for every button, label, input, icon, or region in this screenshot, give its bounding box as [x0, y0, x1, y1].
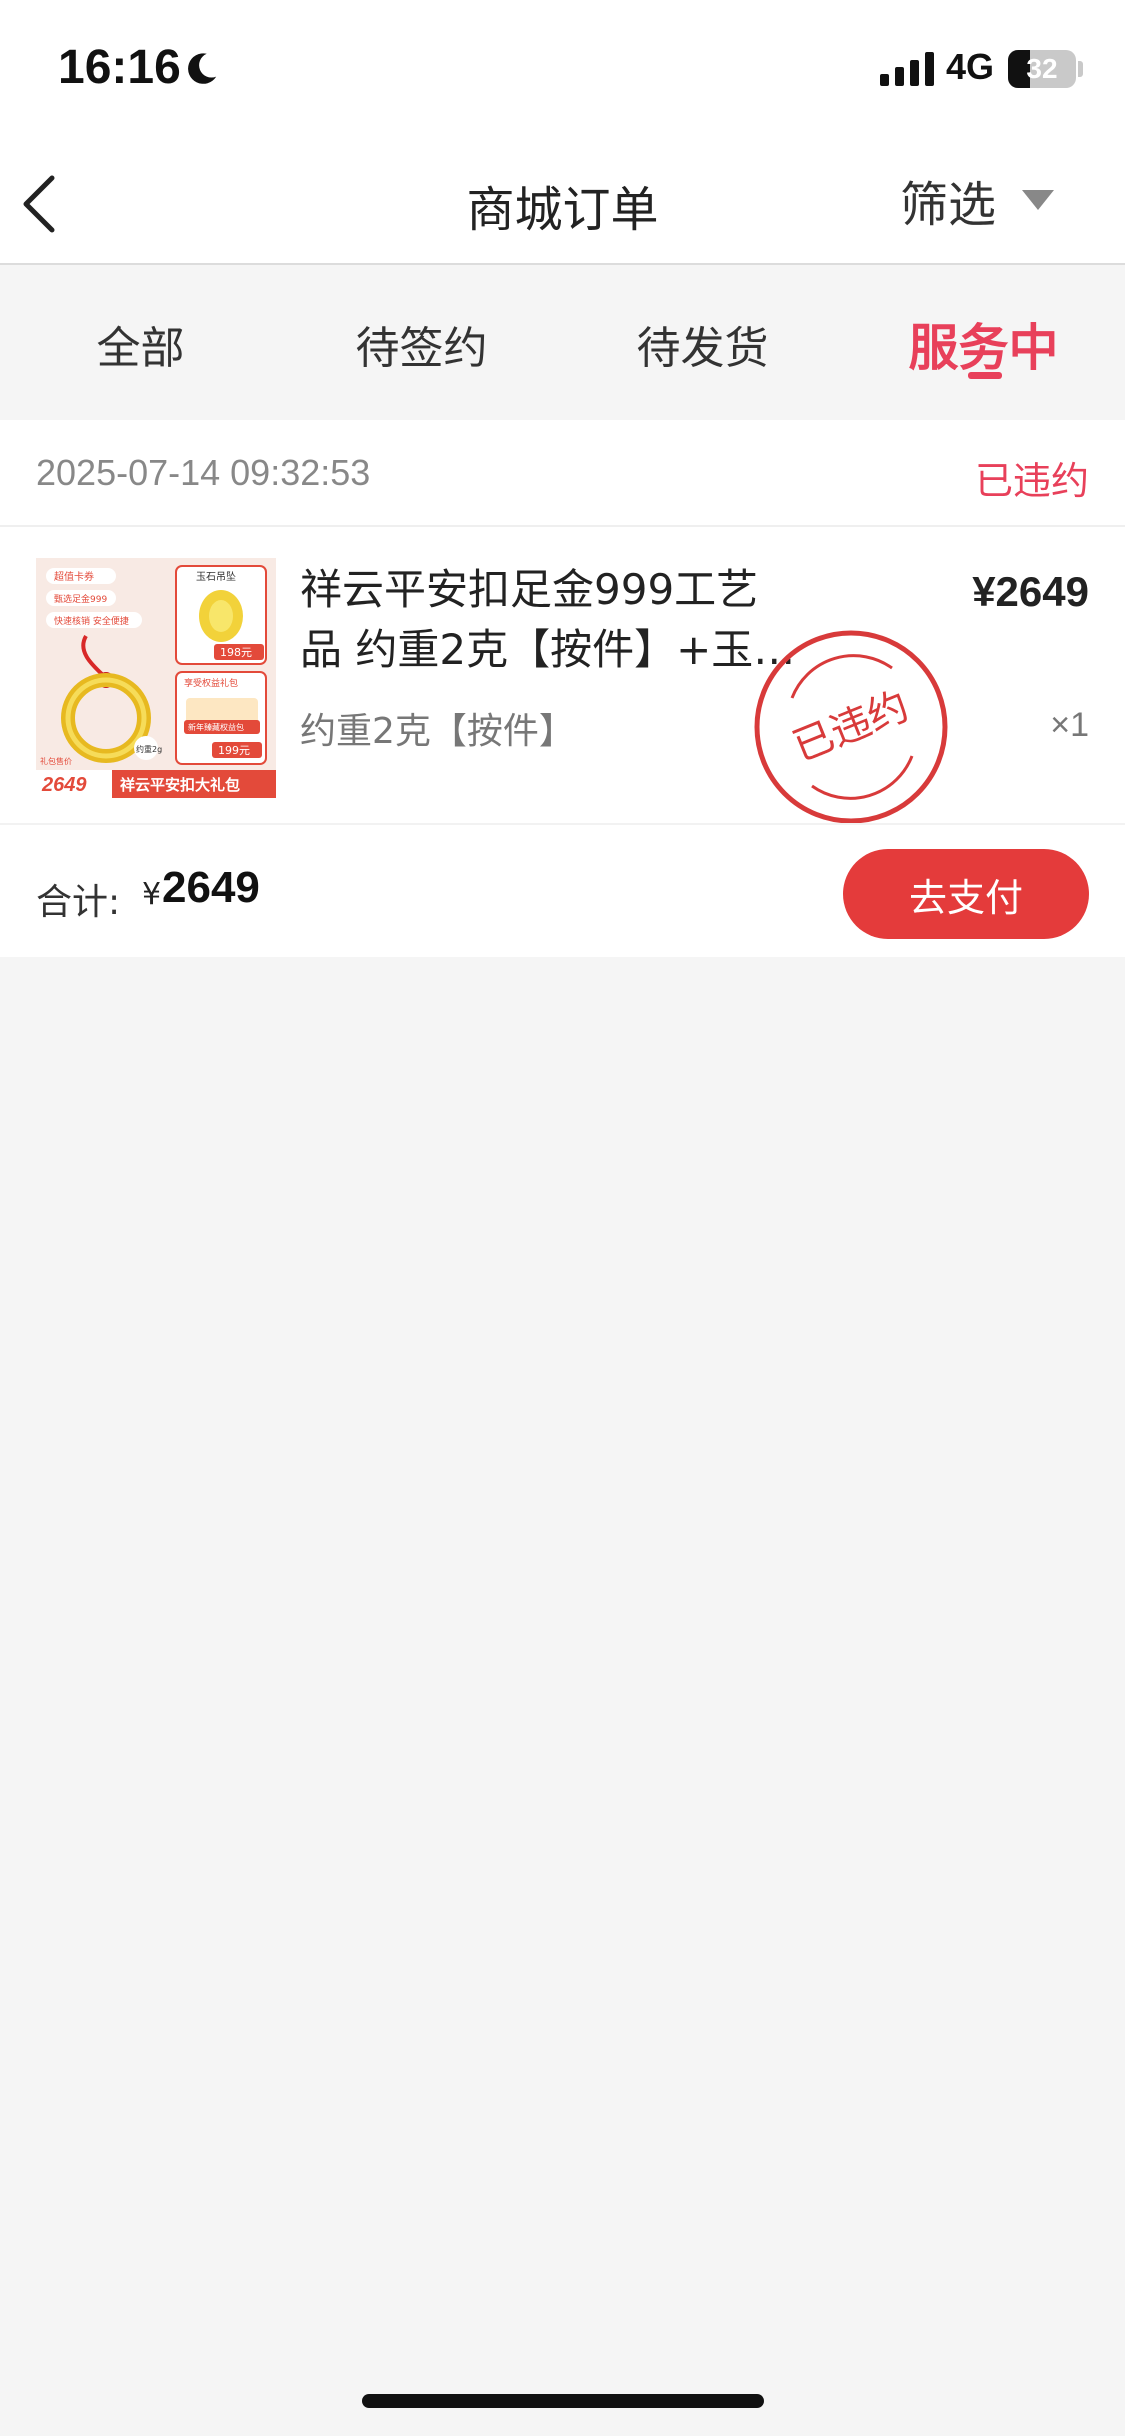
total-currency: ¥ — [142, 877, 162, 912]
product-title[interactable]: 祥云平安扣足金999工艺品 约重2克【按件】+玉… — [300, 560, 800, 680]
image-weight: 约重2g — [136, 744, 162, 754]
order-tabs: 全部 待签约 待发货 服务中 — [0, 267, 1125, 420]
product-quantity: ×1 — [1050, 706, 1089, 744]
tab-in-service[interactable]: 服务中 — [843, 267, 1124, 420]
tab-pending-ship[interactable]: 待发货 — [562, 267, 843, 420]
image-badge-3: 快速核销 安全便捷 — [54, 615, 129, 627]
image-gift-sub: 新年臻藏权益包 — [188, 722, 244, 732]
tab-active-indicator — [968, 372, 1002, 379]
image-badge-2: 甄选足金999 — [54, 593, 107, 605]
order-header: 2025-07-14 09:32:53 已违约 — [0, 420, 1125, 527]
order-footer: 合计: ¥ 2649 去支付 — [0, 823, 1125, 957]
tab-pending-sign[interactable]: 待签约 — [281, 267, 562, 420]
battery-icon: 32 — [1008, 50, 1076, 88]
total-amount: 2649 — [162, 863, 260, 912]
image-price-label: 礼包售价 — [40, 756, 72, 766]
filter-button[interactable]: 筛选 — [900, 168, 1055, 233]
total-label: 合计: — [36, 882, 121, 923]
image-gift-label: 享受权益礼包 — [184, 677, 238, 689]
battery-level: 32 — [1026, 53, 1058, 84]
defaulted-stamp-icon: 已违约 — [754, 630, 948, 824]
moon-icon — [188, 53, 217, 84]
home-indicator[interactable] — [362, 2394, 764, 2408]
status-bar: 16:16 4G 32 — [0, 0, 1125, 140]
order-status-badge: 已违约 — [974, 459, 1089, 503]
image-gift-price: 199元 — [218, 744, 250, 757]
status-time: 16:16 — [58, 41, 181, 94]
pay-button[interactable]: 去支付 — [843, 849, 1089, 939]
nav-bar: 商城订单 筛选 — [0, 140, 1125, 265]
triangle-down-icon — [1022, 190, 1055, 210]
filter-label: 筛选 — [900, 177, 997, 233]
image-bottom-title: 祥云平安扣大礼包 — [120, 776, 240, 794]
image-badge-1: 超值卡券 — [54, 570, 94, 583]
image-pendant-price: 198元 — [220, 646, 252, 659]
product-image[interactable]: 超值卡券 甄选足金999 快速核销 安全便捷 玉石吊坠 198元 享受权益礼包 … — [36, 558, 276, 798]
product-spec: 约重2克【按件】 — [300, 711, 575, 752]
image-pendant-label: 玉石吊坠 — [196, 571, 236, 583]
product-price: ¥2649 — [972, 568, 1089, 615]
signal-icon — [880, 52, 934, 86]
network-label: 4G — [946, 46, 995, 87]
battery-tip — [1078, 61, 1083, 77]
order-card[interactable]: 2025-07-14 09:32:53 已违约 超值卡券 甄选足金999 快速核… — [0, 420, 1125, 957]
stamp-text: 已违约 — [787, 683, 915, 771]
order-timestamp: 2025-07-14 09:32:53 — [36, 452, 371, 493]
tab-all[interactable]: 全部 — [0, 267, 281, 420]
image-bottom-price: 2649 — [41, 774, 87, 796]
